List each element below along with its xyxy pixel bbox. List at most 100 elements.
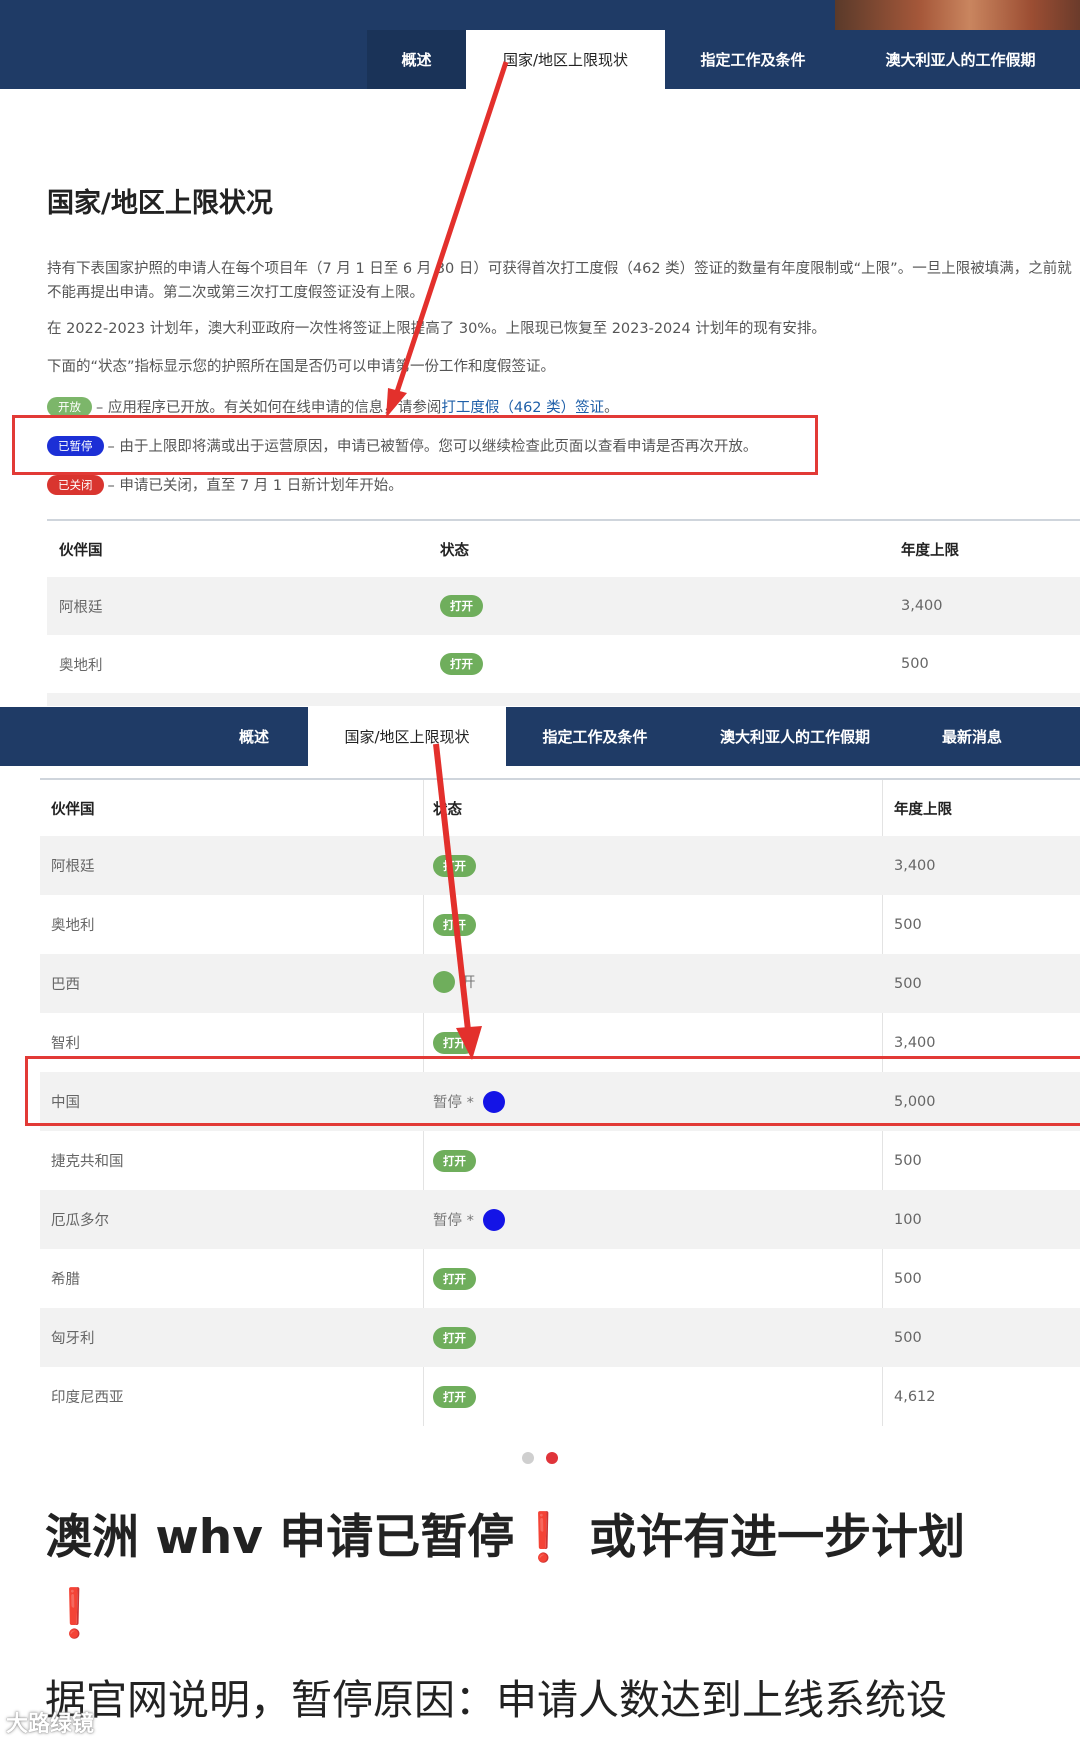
working-holiday-visa-link[interactable]: 打工度假（462 类）签证 — [441, 396, 604, 417]
open-status-badge: 打开 — [440, 653, 483, 675]
cap-cell: 500 — [894, 916, 922, 933]
tab-specified-work[interactable]: 指定工作及条件 — [665, 30, 841, 89]
country-cell: 希腊 — [51, 1272, 80, 1288]
table-row: 希腊 打开 500 — [40, 1249, 1080, 1308]
highlight-box-paused-legend — [12, 415, 818, 475]
open-status-badge: 打开 — [433, 1267, 476, 1290]
header-partner-country: 伙伴国 — [51, 801, 95, 818]
table-row: 厄瓜多尔 暂停 * 100 — [40, 1190, 1080, 1249]
status-indicator-paragraph: 下面的“状态”指标显示您的护照所在国是否仍可以申请第一份工作和度假签证。 — [47, 359, 556, 375]
caps-table: 伙伴国 状态 年度上限 阿根廷 打开 3,400 奥地利 打开 500 — [47, 519, 1080, 706]
cap-cell: 500 — [894, 975, 922, 992]
open-badge: 开放 — [47, 396, 92, 417]
tab-australian-working-holiday[interactable]: 澳大利亚人的工作假期 — [841, 30, 1080, 89]
tab-australian-working-holiday[interactable]: 澳大利亚人的工作假期 — [684, 707, 906, 766]
open-status: 开 — [433, 970, 476, 993]
open-dot-icon — [433, 970, 455, 993]
header-status: 状态 — [433, 801, 462, 818]
headline-text-1: 澳洲 whv 申请已暂停 — [45, 1510, 515, 1565]
tab-specified-work[interactable]: 指定工作及条件 — [506, 707, 684, 766]
legend-closed-text: – 申请已关闭，直至 7 月 1 日新计划年开始。 — [107, 478, 403, 494]
tab-overview[interactable]: 概述 — [200, 707, 308, 766]
country-cell: 厄瓜多尔 — [51, 1213, 109, 1229]
cap-cell: 3,400 — [894, 857, 936, 874]
cap-cell: 3,400 — [901, 598, 943, 614]
table-row: 阿根廷 打开 3,400 — [47, 577, 1080, 635]
open-status-badge: 打开 — [433, 1385, 476, 1408]
table-header: 伙伴国 状态 年度上限 — [40, 778, 1080, 836]
post-headline: 澳洲 whv 申请已暂停❗ 或许有进一步计划 ❗ — [45, 1500, 1055, 1652]
table-row: 捷克共和国 打开 500 — [40, 1131, 1080, 1190]
cap-cell: 3,400 — [894, 1034, 936, 1051]
paused-status: 暂停 * — [433, 1208, 505, 1231]
hero-image — [835, 0, 1080, 30]
country-cell: 巴西 — [51, 977, 80, 993]
cap-cell: 100 — [894, 1211, 922, 1228]
open-status-badge: 打开 — [433, 854, 476, 877]
cap-cell: 500 — [901, 656, 929, 672]
table-header: 伙伴国 状态 年度上限 — [47, 519, 1080, 577]
legend-open-end: 。 — [604, 400, 619, 416]
table-row-partial — [47, 693, 1080, 706]
closed-badge: 已关闭 — [47, 474, 104, 495]
carousel-dot[interactable] — [546, 1452, 558, 1464]
table-row: 巴西 开 500 — [40, 954, 1080, 1013]
table-row: 阿根廷 打开 3,400 — [40, 836, 1080, 895]
header-annual-cap: 年度上限 — [901, 542, 959, 559]
tab-overview[interactable]: 概述 — [367, 30, 466, 89]
header-annual-cap: 年度上限 — [894, 801, 952, 818]
status-cell: 暂停 * — [423, 1208, 882, 1231]
paused-dot-icon — [482, 1208, 505, 1231]
status-cell: 打开 — [423, 1149, 882, 1172]
open-status-badge: 打开 — [433, 1326, 476, 1349]
headline-text-2: 或许有进一步计划 — [589, 1510, 966, 1565]
status-cell: 打开 — [423, 1031, 882, 1054]
country-cell: 奥地利 — [59, 657, 103, 674]
paused-status-text: 暂停 * — [433, 1213, 474, 1229]
highlight-box-china-row — [25, 1056, 1080, 1126]
tab-latest-news[interactable]: 最新消息 — [906, 707, 1038, 766]
tab-country-caps[interactable]: 国家/地区上限现状 — [308, 707, 506, 766]
cap-increase-paragraph: 在 2022-2023 计划年，澳大利亚政府一次性将签证上限提高了 30%。上限… — [47, 321, 826, 337]
exclamation-icon: ❗ — [514, 1510, 573, 1565]
intro-paragraph: 持有下表国家护照的申请人在每个项目年（7 月 1 日至 6 月 30 日）可获得… — [47, 261, 1072, 301]
screenshot-two: 伙伴国 状态 年度上限 阿根廷 打开 3,400 奥地利 打开 500 巴西开 500 智利 打开… — [0, 778, 1080, 1426]
status-cell: 打开 — [423, 854, 882, 877]
status-cell: 打开 — [423, 1326, 882, 1349]
status-cell: 打开 — [430, 595, 889, 617]
cap-cell: 500 — [894, 1152, 922, 1169]
status-cell: 打开 — [423, 1267, 882, 1290]
header-status: 状态 — [440, 542, 469, 559]
cap-cell: 500 — [894, 1329, 922, 1346]
country-cell: 匈牙利 — [51, 1331, 95, 1347]
second-navigation: 概述 国家/地区上限现状 指定工作及条件 澳大利亚人的工作假期 最新消息 — [0, 707, 1080, 766]
table-row: 印度尼西亚 打开 4,612 — [40, 1367, 1080, 1426]
exclamation-icon: ❗ — [45, 1586, 104, 1641]
cap-cell: 4,612 — [894, 1388, 936, 1405]
status-cell: 打开 — [423, 913, 882, 936]
watermark: 大路绿镜 — [6, 1712, 95, 1737]
country-cell: 印度尼西亚 — [51, 1390, 124, 1406]
open-status-badge: 打开 — [433, 1149, 476, 1172]
open-status-badge: 打开 — [433, 913, 476, 936]
country-cell: 智利 — [51, 1036, 80, 1052]
country-cell: 奥地利 — [51, 918, 95, 934]
carousel-dot[interactable] — [522, 1452, 534, 1464]
status-cell: 打开 — [423, 1385, 882, 1408]
top-navigation: 概述 国家/地区上限现状 指定工作及条件 澳大利亚人的工作假期 — [0, 30, 1080, 89]
table-row: 奥地利 打开 500 — [47, 635, 1080, 693]
table-row: 奥地利 打开 500 — [40, 895, 1080, 954]
post-body-text: 据官网说明，暂停原因：申请人数达到上线系统设 — [45, 1676, 947, 1724]
open-status-badge: 打开 — [433, 1031, 476, 1054]
screenshot-one: 国家/地区上限状况 持有下表国家护照的申请人在每个项目年（7 月 1 日至 6 … — [0, 89, 1080, 706]
status-cell: 开 — [423, 970, 882, 997]
table-row: 匈牙利 打开 500 — [40, 1308, 1080, 1367]
country-cell: 阿根廷 — [51, 859, 95, 875]
country-cell: 捷克共和国 — [51, 1154, 124, 1170]
legend-open: 开放 – 应用程序已开放。有关如何在线申请的信息，请参阅 打工度假（462 类）… — [47, 396, 619, 417]
cap-cell: 500 — [894, 1270, 922, 1287]
page-title: 国家/地区上限状况 — [47, 188, 273, 219]
tab-country-caps[interactable]: 国家/地区上限现状 — [466, 30, 665, 89]
carousel-indicator — [0, 1452, 1080, 1464]
